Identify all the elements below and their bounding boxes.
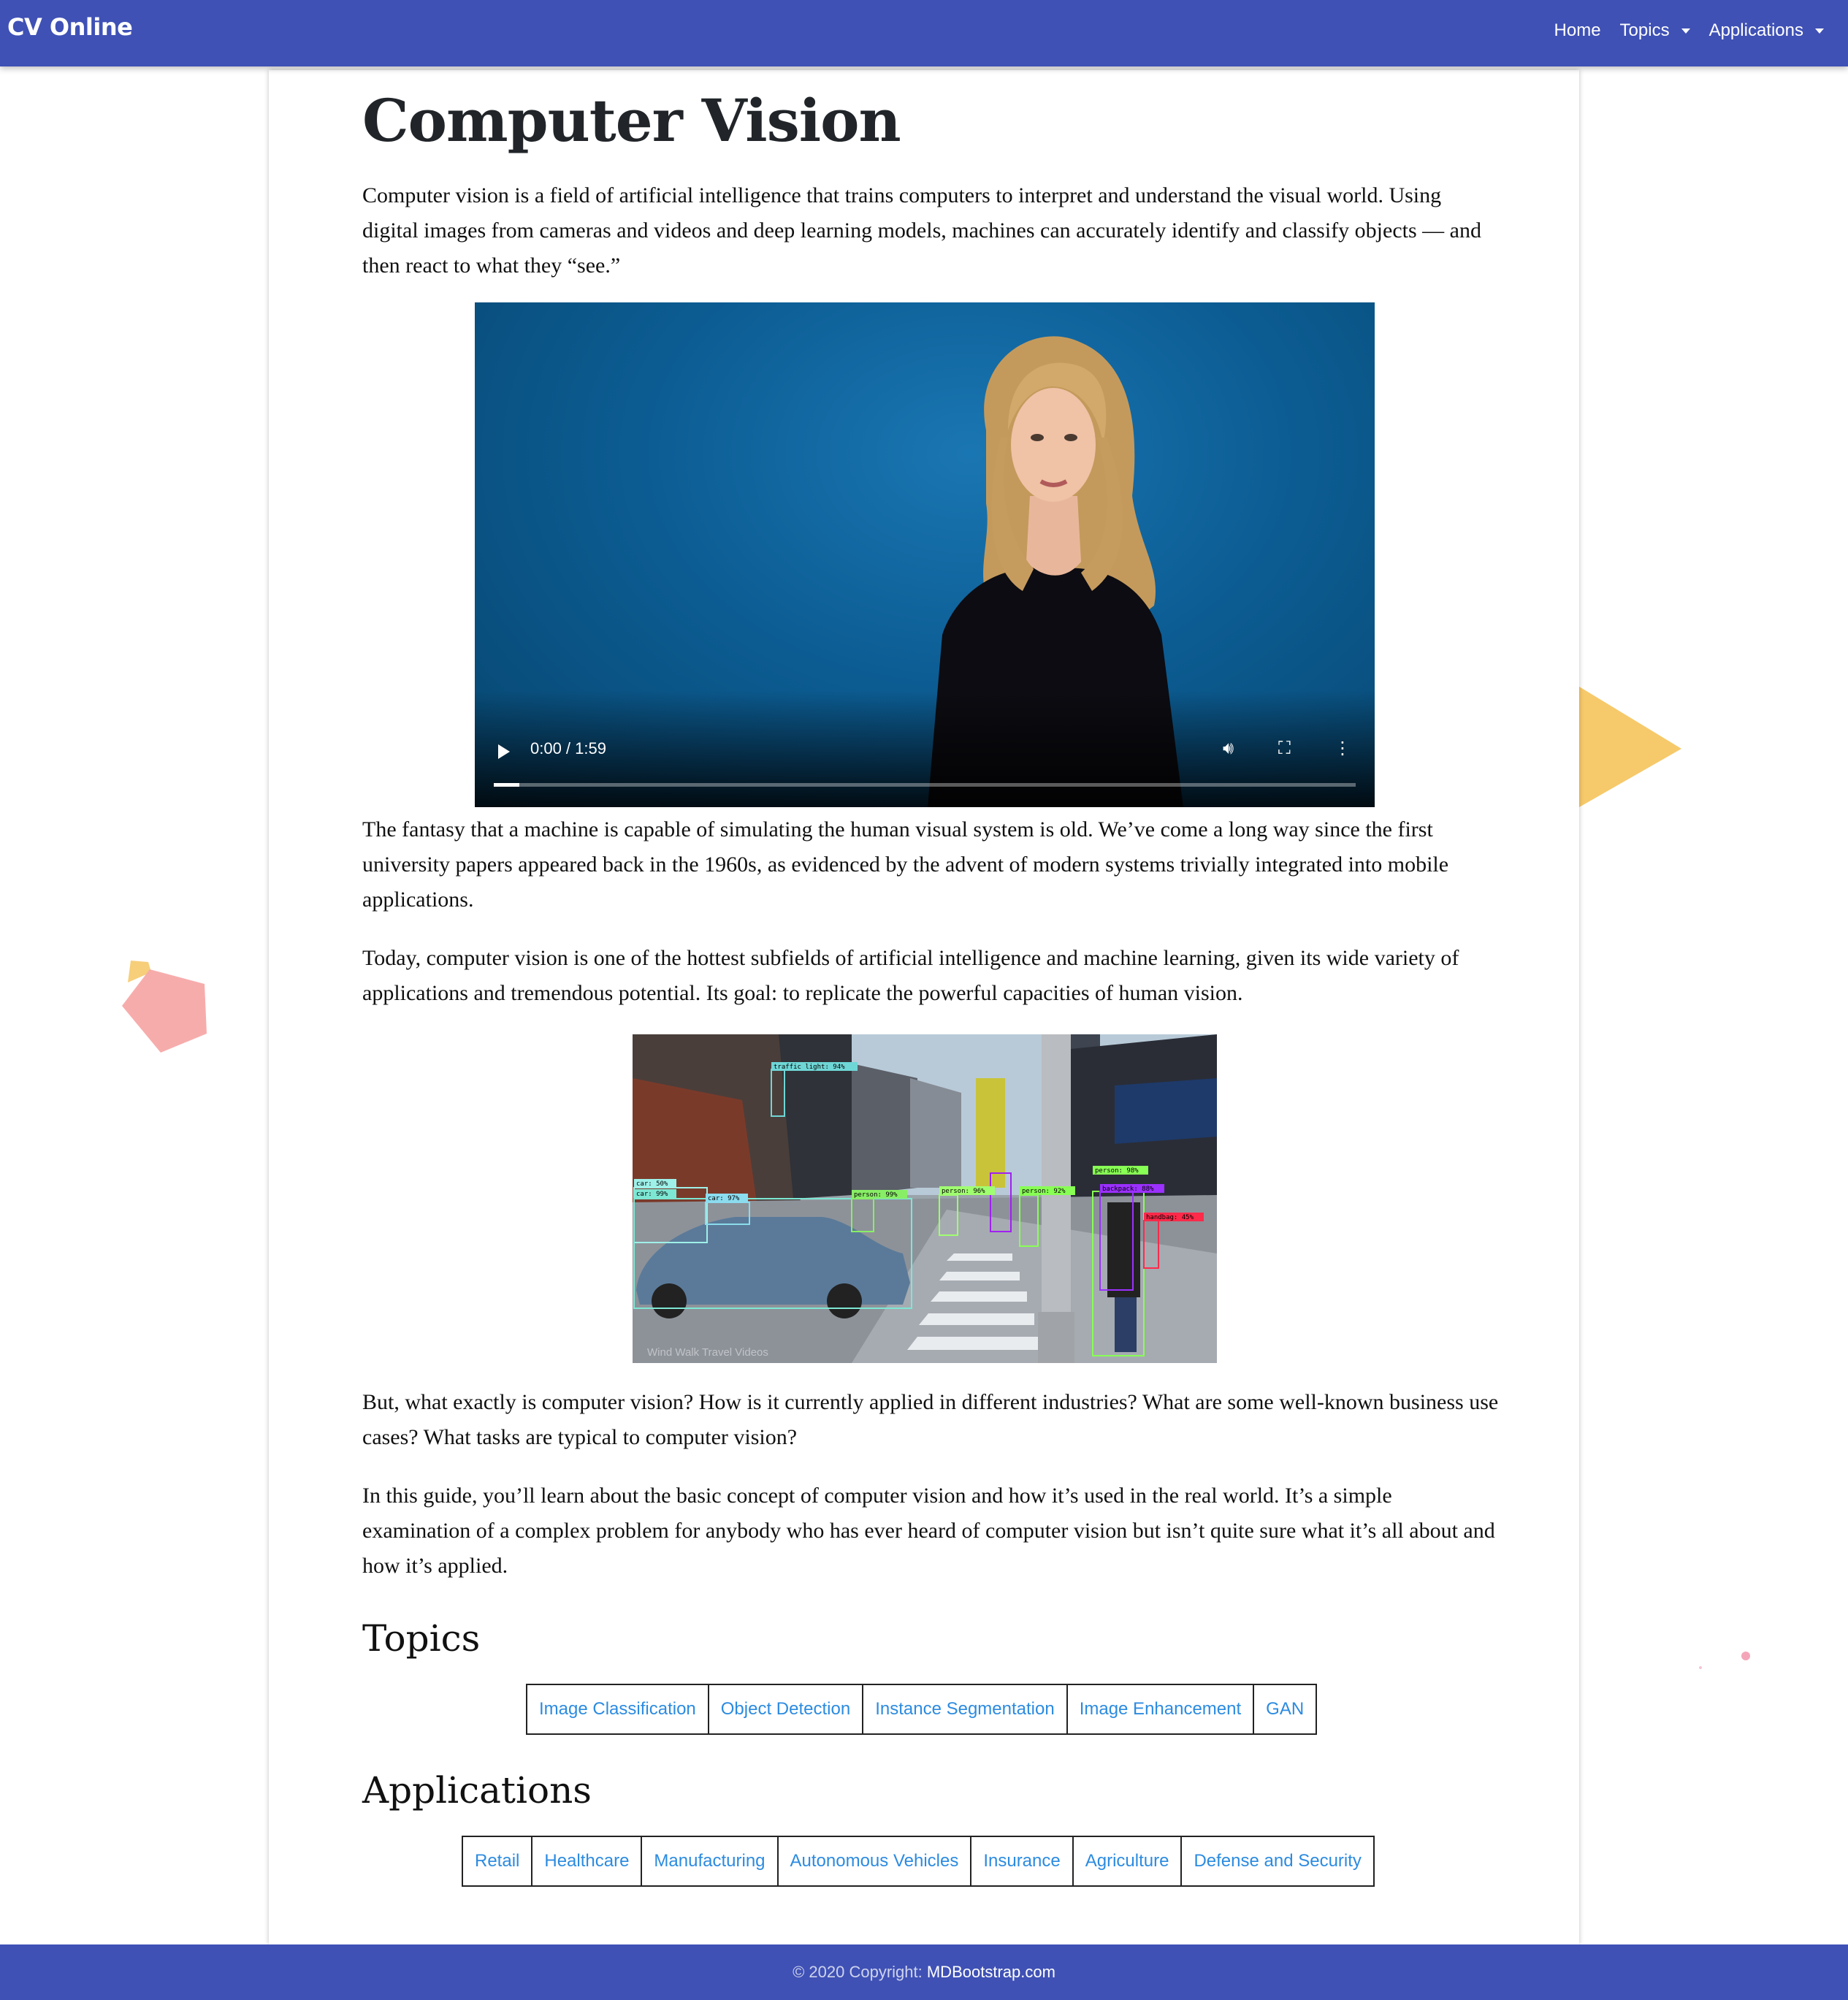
nav-topics-label: Topics [1619,20,1670,40]
nav-topics-dropdown[interactable]: Topics [1611,20,1700,41]
navbar: CV Online Home Topics Applications [0,0,1848,66]
paragraph-4: But, what exactly is computer vision? Ho… [362,1390,1499,1449]
topics-button-group: Image Classification Object Detection In… [526,1684,1318,1735]
object-detection-image: traffic light: 94% car: 50% car: 99% car… [633,1034,1217,1363]
app-agriculture[interactable]: Agriculture [1074,1837,1183,1885]
fullscreen-icon[interactable]: ⛶ [1278,738,1291,758]
footer-copyright: © 2020 Copyright: [793,1963,923,1981]
footer: © 2020 Copyright: MDBootstrap.com [0,1944,1848,2000]
pentagon-decoration [122,961,207,1053]
svg-text:car: 99%: car: 99% [636,1191,668,1198]
caret-down-icon [1815,28,1824,34]
video-player[interactable]: 0:00 / 1:59 🔊︎ ⛶ ⋮ [475,302,1375,807]
intro-paragraph: Computer vision is a field of artificial… [362,183,1481,278]
volume-icon[interactable]: 🔊︎ [1223,738,1234,758]
triangle-decoration [1579,687,1681,807]
nav-home[interactable]: Home [1545,20,1611,41]
brand-logo[interactable]: CV Online [7,13,133,41]
nav-links: Home Topics Applications [1545,20,1833,41]
applications-button-group: Retail Healthcare Manufacturing Autonomo… [462,1836,1375,1887]
more-options-icon[interactable]: ⋮ [1334,738,1351,758]
topic-image-enhancement[interactable]: Image Enhancement [1068,1685,1255,1733]
footer-link[interactable]: MDBootstrap.com [927,1963,1055,1981]
svg-text:car: 97%: car: 97% [708,1195,740,1202]
video-progress-bar[interactable] [494,783,1356,787]
app-defense-and-security[interactable]: Defense and Security [1182,1837,1372,1885]
video-time: 0:00 / 1:59 [530,739,606,757]
nav-applications-dropdown[interactable]: Applications [1700,20,1833,41]
app-autonomous-vehicles[interactable]: Autonomous Vehicles [779,1837,972,1885]
app-healthcare[interactable]: Healthcare [532,1837,643,1885]
svg-text:handbag: 45%: handbag: 45% [1146,1214,1194,1221]
topics-heading: Topics [362,1617,481,1660]
image-watermark: Wind Walk Travel Videos [647,1346,768,1359]
svg-text:person: 92%: person: 92% [1022,1188,1066,1195]
page-title: Computer Vision [362,86,901,155]
video-progress-fill [494,783,520,787]
topic-gan[interactable]: GAN [1254,1685,1316,1733]
app-insurance[interactable]: Insurance [971,1837,1074,1885]
play-icon[interactable] [498,744,510,759]
app-retail[interactable]: Retail [463,1837,533,1885]
applications-heading: Applications [362,1769,592,1812]
svg-text:person: 99%: person: 99% [854,1191,898,1199]
nav-home-label: Home [1554,20,1601,40]
svg-text:backpack: 88%: backpack: 88% [1102,1186,1154,1193]
paragraph-5: In this guide, you’ll learn about the ba… [362,1484,1495,1578]
caret-down-icon [1681,28,1690,34]
svg-text:person: 98%: person: 98% [1095,1167,1139,1175]
topic-object-detection[interactable]: Object Detection [709,1685,864,1733]
video-controls-overlay [475,690,1375,807]
topic-instance-segmentation[interactable]: Instance Segmentation [863,1685,1068,1733]
article-card: Computer Vision Computer vision is a fie… [269,70,1579,1944]
topic-image-classification[interactable]: Image Classification [527,1685,709,1733]
svg-text:car: 50%: car: 50% [636,1180,668,1188]
paragraph-3: Today, computer vision is one of the hot… [362,946,1459,1005]
nav-applications-label: Applications [1708,20,1803,40]
dots-decoration [1699,1652,1750,1669]
svg-text:person: 96%: person: 96% [942,1188,985,1195]
app-manufacturing[interactable]: Manufacturing [642,1837,779,1885]
svg-text:traffic light: 94%: traffic light: 94% [774,1064,845,1071]
paragraph-2: The fantasy that a machine is capable of… [362,817,1449,912]
